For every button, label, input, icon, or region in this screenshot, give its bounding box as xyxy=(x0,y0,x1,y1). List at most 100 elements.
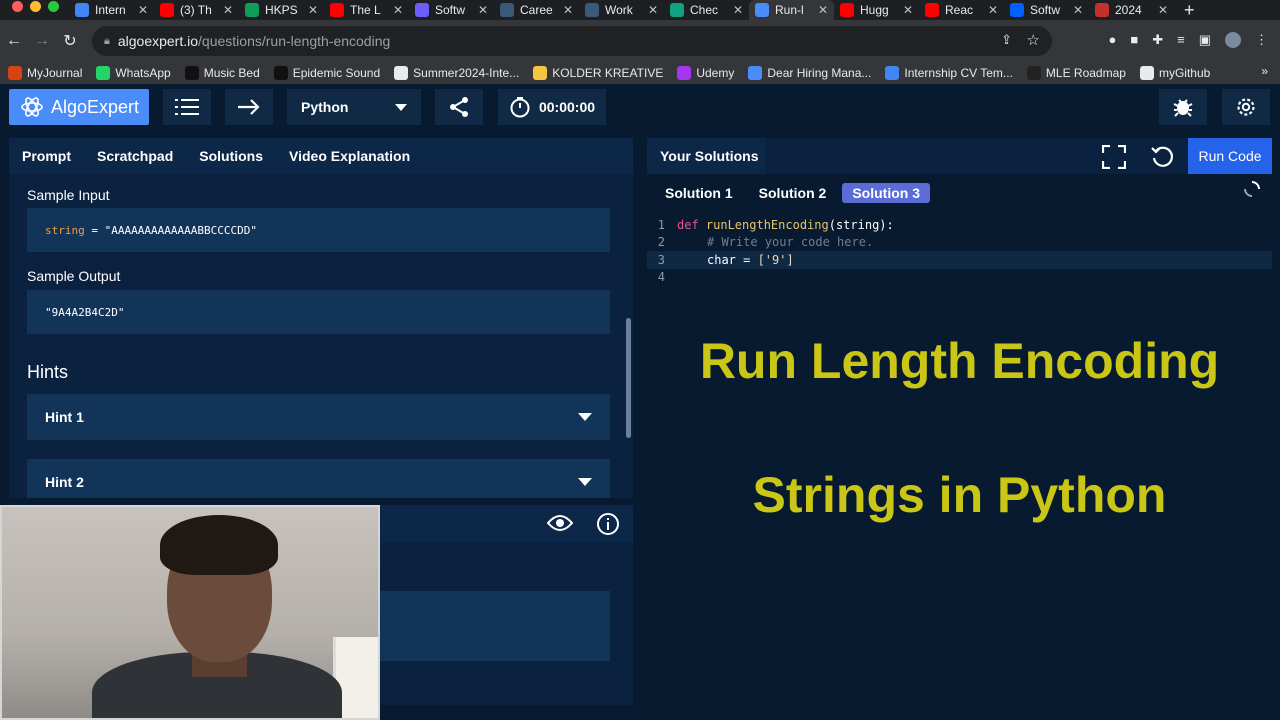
extension-icon[interactable]: ■ xyxy=(1130,32,1138,48)
tab-solution-1[interactable]: Solution 1 xyxy=(655,183,743,203)
hint-1-accordion[interactable]: Hint 1 xyxy=(27,394,610,440)
bookmark-label: Music Bed xyxy=(203,66,260,80)
bookmark-item[interactable]: MLE Roadmap xyxy=(1026,66,1126,80)
tab-close-icon[interactable]: ✕ xyxy=(1073,3,1083,17)
tab-title: 2024 xyxy=(1115,3,1142,17)
run-code-button[interactable]: Run Code xyxy=(1188,138,1272,174)
bookmark-item[interactable]: WhatsApp xyxy=(96,66,171,80)
tab-favicon-icon xyxy=(500,3,514,17)
bookmark-item[interactable]: Udemy xyxy=(677,66,734,80)
bookmarks-overflow-icon[interactable]: » xyxy=(1261,64,1268,78)
browser-tab[interactable]: Intern ✕ xyxy=(69,0,154,20)
app-header: AlgoExpert Python 00:00:00 xyxy=(0,84,1280,130)
browser-menu-icon[interactable]: ⋮ xyxy=(1255,32,1268,48)
share-page-icon[interactable]: ⇪ xyxy=(1001,32,1012,48)
tab-close-icon[interactable]: ✕ xyxy=(478,3,488,17)
tab-close-icon[interactable]: ✕ xyxy=(988,3,998,17)
bookmark-item[interactable]: myGithub xyxy=(1139,66,1210,80)
tab-scratchpad[interactable]: Scratchpad xyxy=(97,148,173,164)
tab-close-icon[interactable]: ✕ xyxy=(563,3,573,17)
reading-list-icon[interactable]: ≡ xyxy=(1177,32,1185,48)
tab-your-solutions[interactable]: Your Solutions xyxy=(647,138,765,174)
eye-icon[interactable] xyxy=(547,513,573,533)
tab-close-icon[interactable]: ✕ xyxy=(818,3,828,17)
gear-icon xyxy=(1237,98,1255,116)
bookmark-star-icon[interactable]: ☆ xyxy=(1027,31,1040,49)
sample-input-label: Sample Input xyxy=(27,187,110,203)
browser-tab[interactable]: Reac ✕ xyxy=(919,0,1004,20)
bookmark-item[interactable]: Internship CV Tem... xyxy=(885,66,1013,80)
tab-close-icon[interactable]: ✕ xyxy=(733,3,743,17)
tab-favicon-icon xyxy=(840,3,854,17)
tab-close-icon[interactable]: ✕ xyxy=(223,3,233,17)
tab-favicon-icon xyxy=(755,3,769,17)
browser-tab[interactable]: Hugg ✕ xyxy=(834,0,919,20)
bookmark-item[interactable]: Dear Hiring Mana... xyxy=(748,66,871,80)
close-window-icon[interactable] xyxy=(12,0,23,12)
code-function-name: runLengthEncoding xyxy=(705,217,829,232)
sidebar-icon[interactable]: ▣ xyxy=(1199,32,1211,48)
tab-solutions[interactable]: Solutions xyxy=(199,148,263,164)
address-bar[interactable]: 🔒︎ algoexpert.io/questions/run-length-en… xyxy=(92,26,1052,56)
bookmark-item[interactable]: Summer2024-Inte... xyxy=(394,66,519,80)
code-editor[interactable]: 1 def runLengthEncoding (string): 2 # Wri… xyxy=(647,216,1272,286)
tab-video-explanation[interactable]: Video Explanation xyxy=(289,148,410,164)
info-icon[interactable] xyxy=(596,512,620,536)
tab-favicon-icon xyxy=(1010,3,1024,17)
sample-output-value: "9A4A2B4C2D" xyxy=(45,305,125,319)
tab-close-icon[interactable]: ✕ xyxy=(393,3,403,17)
hint-1-label: Hint 1 xyxy=(45,409,84,425)
browser-tab[interactable]: (3) Th ✕ xyxy=(154,0,239,20)
extension-puzzle-icon[interactable]: ✚ xyxy=(1152,32,1163,48)
forward-icon[interactable]: → xyxy=(28,32,56,50)
algoexpert-logo[interactable]: AlgoExpert xyxy=(9,89,149,125)
language-select[interactable]: Python xyxy=(287,89,421,125)
minimize-window-icon[interactable] xyxy=(30,0,41,12)
tab-list: Intern ✕ (3) Th ✕ HKPS ✕ The L ✕ Softw ✕ Caree ✕ Wor… xyxy=(69,0,1174,20)
next-question-button[interactable] xyxy=(225,89,273,125)
browser-tab[interactable]: Run-l ✕ xyxy=(749,0,834,20)
prompt-scrollbar[interactable] xyxy=(626,318,631,438)
share-button[interactable] xyxy=(435,89,483,125)
tab-close-icon[interactable]: ✕ xyxy=(308,3,318,17)
back-icon[interactable]: ← xyxy=(0,32,28,50)
bookmark-favicon-icon xyxy=(8,66,22,80)
fullscreen-icon[interactable] xyxy=(1102,145,1126,169)
tab-favicon-icon xyxy=(245,3,259,17)
bookmark-item[interactable]: MyJournal xyxy=(8,66,82,80)
debug-button[interactable] xyxy=(1159,89,1207,125)
browser-tab[interactable]: Chec ✕ xyxy=(664,0,749,20)
bookmark-item[interactable]: Music Bed xyxy=(184,66,260,80)
browser-tab[interactable]: Softw ✕ xyxy=(409,0,494,20)
browser-tab[interactable]: HKPS ✕ xyxy=(239,0,324,20)
tab-close-icon[interactable]: ✕ xyxy=(903,3,913,17)
bookmark-item[interactable]: Epidemic Sound xyxy=(273,66,380,80)
bookmark-label: Dear Hiring Mana... xyxy=(767,66,872,80)
settings-button[interactable] xyxy=(1222,89,1270,125)
tab-solution-3[interactable]: Solution 3 xyxy=(842,183,931,203)
profile-avatar[interactable] xyxy=(1225,32,1241,48)
browser-tab[interactable]: Work ✕ xyxy=(579,0,664,20)
browser-tab[interactable]: Softw ✕ xyxy=(1004,0,1089,20)
code-text: char = xyxy=(707,252,758,267)
browser-tab[interactable]: 2024 ✕ xyxy=(1089,0,1174,20)
bookmark-favicon-icon xyxy=(1139,66,1154,80)
reset-icon[interactable] xyxy=(1151,145,1175,169)
bookmark-item[interactable]: KOLDER KREATIVE xyxy=(533,66,663,80)
maximize-window-icon[interactable] xyxy=(48,0,59,12)
browser-tab[interactable]: The L ✕ xyxy=(324,0,409,20)
question-list-button[interactable] xyxy=(163,89,211,125)
code-comment: # Write your code here. xyxy=(707,235,874,250)
tab-close-icon[interactable]: ✕ xyxy=(648,3,658,17)
extension-cookie-icon[interactable]: ● xyxy=(1108,32,1116,48)
tab-close-icon[interactable]: ✕ xyxy=(138,3,148,17)
hint-2-accordion[interactable]: Hint 2 xyxy=(27,459,610,498)
timer-button[interactable]: 00:00:00 xyxy=(498,89,606,125)
tab-solution-2[interactable]: Solution 2 xyxy=(749,183,837,203)
sample-output-label: Sample Output xyxy=(27,268,121,284)
tab-close-icon[interactable]: ✕ xyxy=(1158,3,1168,17)
browser-tab[interactable]: Caree ✕ xyxy=(494,0,579,20)
new-tab-icon[interactable]: + xyxy=(1174,0,1205,20)
reload-icon[interactable]: ↻ xyxy=(56,31,84,51)
tab-prompt[interactable]: Prompt xyxy=(22,148,71,164)
